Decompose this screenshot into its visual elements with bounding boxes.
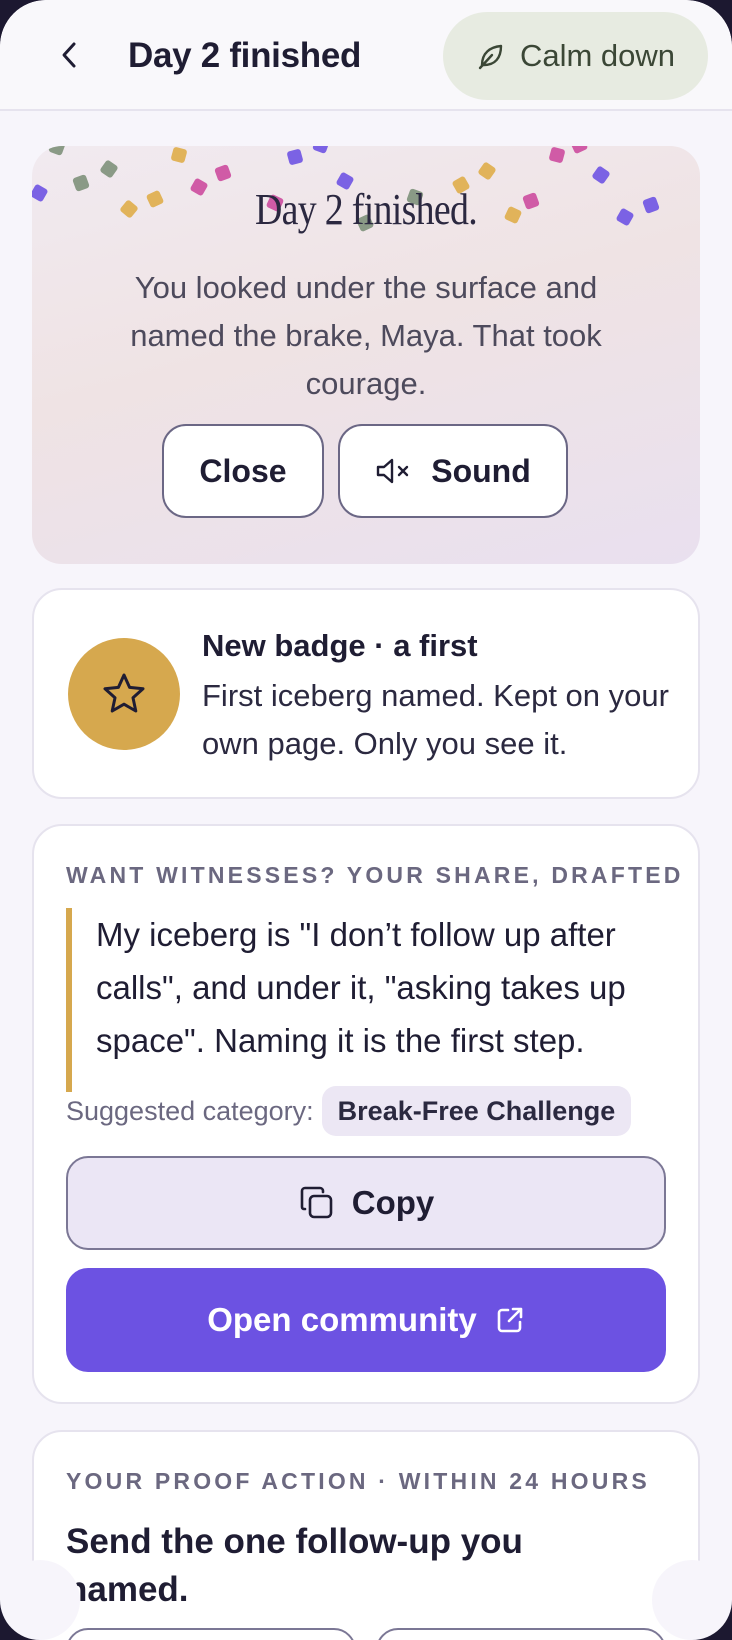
chevron-left-icon: [62, 42, 76, 68]
speaker-muted-icon: [377, 458, 409, 484]
top-bar: Day 2 finished Calm down: [0, 0, 732, 111]
badge-medal: [68, 638, 180, 750]
device-corner-right: [652, 1560, 732, 1640]
open-community-button[interactable]: Open community: [66, 1268, 666, 1372]
copy-button[interactable]: Copy: [66, 1156, 666, 1250]
category-chip[interactable]: Break-Free Challenge: [321, 1086, 632, 1136]
celebration-actions: Close Sound: [162, 424, 568, 518]
badge-description: First iceberg named. Kept on your own pa…: [202, 678, 669, 761]
proof-eyebrow: YOUR PROOF ACTION · WITHIN 24 HOURS: [66, 1468, 650, 1494]
copy-label: Copy: [351, 1184, 435, 1221]
category-row: Suggested category: Break-Free Challenge: [66, 1086, 632, 1136]
proof-action-button-secondary[interactable]: [376, 1628, 666, 1640]
proof-action-button-primary[interactable]: [66, 1628, 356, 1640]
star-icon: [103, 673, 145, 713]
sound-label: Sound: [431, 452, 531, 489]
badge-title: New badge · a first: [202, 628, 478, 663]
proof-action-card: YOUR PROOF ACTION · WITHIN 24 HOURS Send…: [32, 1430, 700, 1640]
celebration-card: Day 2 finished. You looked under the sur…: [32, 146, 700, 564]
share-card: WANT WITNESSES? YOUR SHARE, DRAFTED My i…: [32, 824, 700, 1404]
device-corner-left: [0, 1560, 80, 1640]
calm-down-button[interactable]: Calm down: [443, 12, 708, 100]
badge-card: New badge · a first First iceberg named.…: [32, 588, 700, 799]
close-button[interactable]: Close: [162, 424, 324, 518]
calm-down-label: Calm down: [519, 38, 676, 73]
sound-toggle-button[interactable]: Sound: [338, 424, 568, 518]
close-label: Close: [199, 452, 287, 489]
proof-title: Send the one follow-up you named.: [66, 1522, 523, 1609]
open-community-label: Open community: [207, 1301, 477, 1338]
copy-icon: [300, 1186, 333, 1219]
celebration-title: Day 2 finished.: [255, 185, 478, 234]
external-link-icon: [497, 1307, 523, 1333]
celebration-message: You looked under the surface and named t…: [130, 270, 602, 401]
page-title: Day 2 finished: [128, 36, 362, 75]
share-eyebrow: WANT WITNESSES? YOUR SHARE, DRAFTED: [66, 862, 684, 888]
share-draft-quote: My iceberg is "I don’t follow up after c…: [66, 908, 666, 1092]
app-screen: Day 2 finished Calm down Day 2 finished.…: [0, 0, 732, 1640]
leaf-icon: [478, 44, 503, 70]
category-label: Suggested category:: [66, 1095, 314, 1126]
back-button[interactable]: [46, 32, 92, 78]
